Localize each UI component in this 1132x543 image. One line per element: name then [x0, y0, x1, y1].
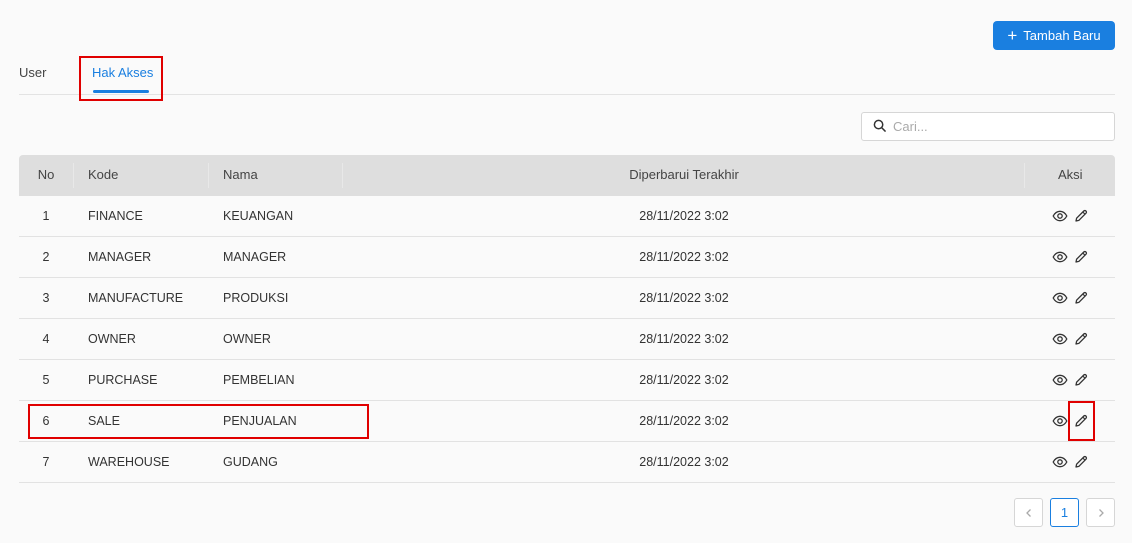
cell-kode: WAREHOUSE [88, 455, 170, 469]
cell-nama: MANAGER [223, 250, 287, 264]
eye-icon[interactable] [1052, 290, 1068, 306]
cell-no: 7 [42, 455, 50, 469]
cell-nama: KEUANGAN [223, 209, 294, 223]
highlight-box-row [28, 404, 369, 439]
eye-icon[interactable] [1052, 331, 1068, 347]
eye-icon[interactable] [1052, 413, 1068, 429]
col-header-aksi: Aksi [1058, 167, 1083, 182]
tab-bar: User Hak Akses [19, 55, 1115, 95]
col-header-updated: Diperbarui Terakhir [629, 167, 739, 182]
column-separator [342, 163, 343, 188]
cell-nama: PEMBELIAN [223, 373, 295, 387]
row-actions [1052, 454, 1089, 470]
row-actions [1052, 372, 1089, 388]
cell-updated: 28/11/2022 3:02 [639, 332, 729, 346]
col-header-no: No [37, 167, 55, 182]
pencil-icon[interactable] [1073, 249, 1089, 265]
pencil-icon[interactable] [1073, 290, 1089, 306]
cell-nama: OWNER [223, 332, 271, 346]
column-separator [73, 163, 74, 188]
table-row: 7 WAREHOUSE GUDANG 28/11/2022 3:02 [19, 442, 1115, 483]
cell-kode: MANUFACTURE [88, 291, 184, 305]
cell-kode: OWNER [88, 332, 136, 346]
row-actions [1052, 331, 1089, 347]
cell-kode: MANAGER [88, 250, 152, 264]
row-actions [1052, 249, 1089, 265]
pencil-icon[interactable] [1073, 454, 1089, 470]
chevron-right-icon [1098, 508, 1104, 517]
cell-kode: PURCHASE [88, 373, 158, 387]
search-icon [873, 119, 886, 135]
cell-updated: 28/11/2022 3:02 [639, 373, 729, 387]
highlight-box-edit [1068, 401, 1095, 441]
highlight-box-tab [79, 56, 163, 101]
cell-updated: 28/11/2022 3:02 [639, 250, 729, 264]
plus-icon: + [1007, 25, 1018, 45]
eye-icon[interactable] [1052, 249, 1068, 265]
page: + Tambah Baru User Hak Akses No Kode Nam… [0, 0, 1132, 543]
eye-icon[interactable] [1052, 454, 1068, 470]
cell-no: 5 [42, 373, 50, 387]
add-new-button[interactable]: + Tambah Baru [993, 21, 1115, 50]
table-row: 1 FINANCE KEUANGAN 28/11/2022 3:02 [19, 196, 1115, 237]
pagination-prev-button[interactable] [1014, 498, 1043, 527]
table-body: 1 FINANCE KEUANGAN 28/11/2022 3:02 2 MANAGER M… [19, 196, 1115, 483]
table-row: 2 MANAGER MANAGER 28/11/2022 3:02 [19, 237, 1115, 278]
row-actions [1052, 208, 1089, 224]
chevron-left-icon [1025, 508, 1031, 517]
cell-updated: 28/11/2022 3:02 [639, 209, 729, 223]
cell-nama: PRODUKSI [223, 291, 289, 305]
cell-updated: 28/11/2022 3:02 [639, 414, 729, 428]
table-row: 4 OWNER OWNER 28/11/2022 3:02 [19, 319, 1115, 360]
pencil-icon[interactable] [1073, 331, 1089, 347]
add-new-label: Tambah Baru [1023, 28, 1101, 43]
cell-no: 4 [42, 332, 50, 346]
cell-nama: GUDANG [223, 455, 278, 469]
column-separator [208, 163, 209, 188]
row-actions [1052, 290, 1089, 306]
col-header-nama: Nama [223, 167, 258, 182]
pagination-page-button[interactable]: 1 [1050, 498, 1079, 527]
column-separator [1024, 163, 1025, 188]
search-input[interactable] [893, 119, 1103, 134]
search-box [861, 112, 1115, 141]
eye-icon[interactable] [1052, 208, 1068, 224]
col-header-kode: Kode [88, 167, 119, 182]
pencil-icon[interactable] [1073, 208, 1089, 224]
cell-updated: 28/11/2022 3:02 [639, 455, 729, 469]
table-header: No Kode Nama Diperbarui Terakhir Aksi [19, 155, 1115, 196]
cell-no: 3 [42, 291, 50, 305]
cell-kode: FINANCE [88, 209, 143, 223]
cell-updated: 28/11/2022 3:02 [639, 291, 729, 305]
table-row: 5 PURCHASE PEMBELIAN 28/11/2022 3:02 [19, 360, 1115, 401]
pencil-icon[interactable] [1073, 372, 1089, 388]
eye-icon[interactable] [1052, 372, 1068, 388]
cell-no: 1 [42, 209, 50, 223]
pagination-next-button[interactable] [1086, 498, 1115, 527]
tab-user[interactable]: User [19, 65, 46, 80]
table-row: 3 MANUFACTURE PRODUKSI 28/11/2022 3:02 [19, 278, 1115, 319]
cell-no: 2 [42, 250, 50, 264]
